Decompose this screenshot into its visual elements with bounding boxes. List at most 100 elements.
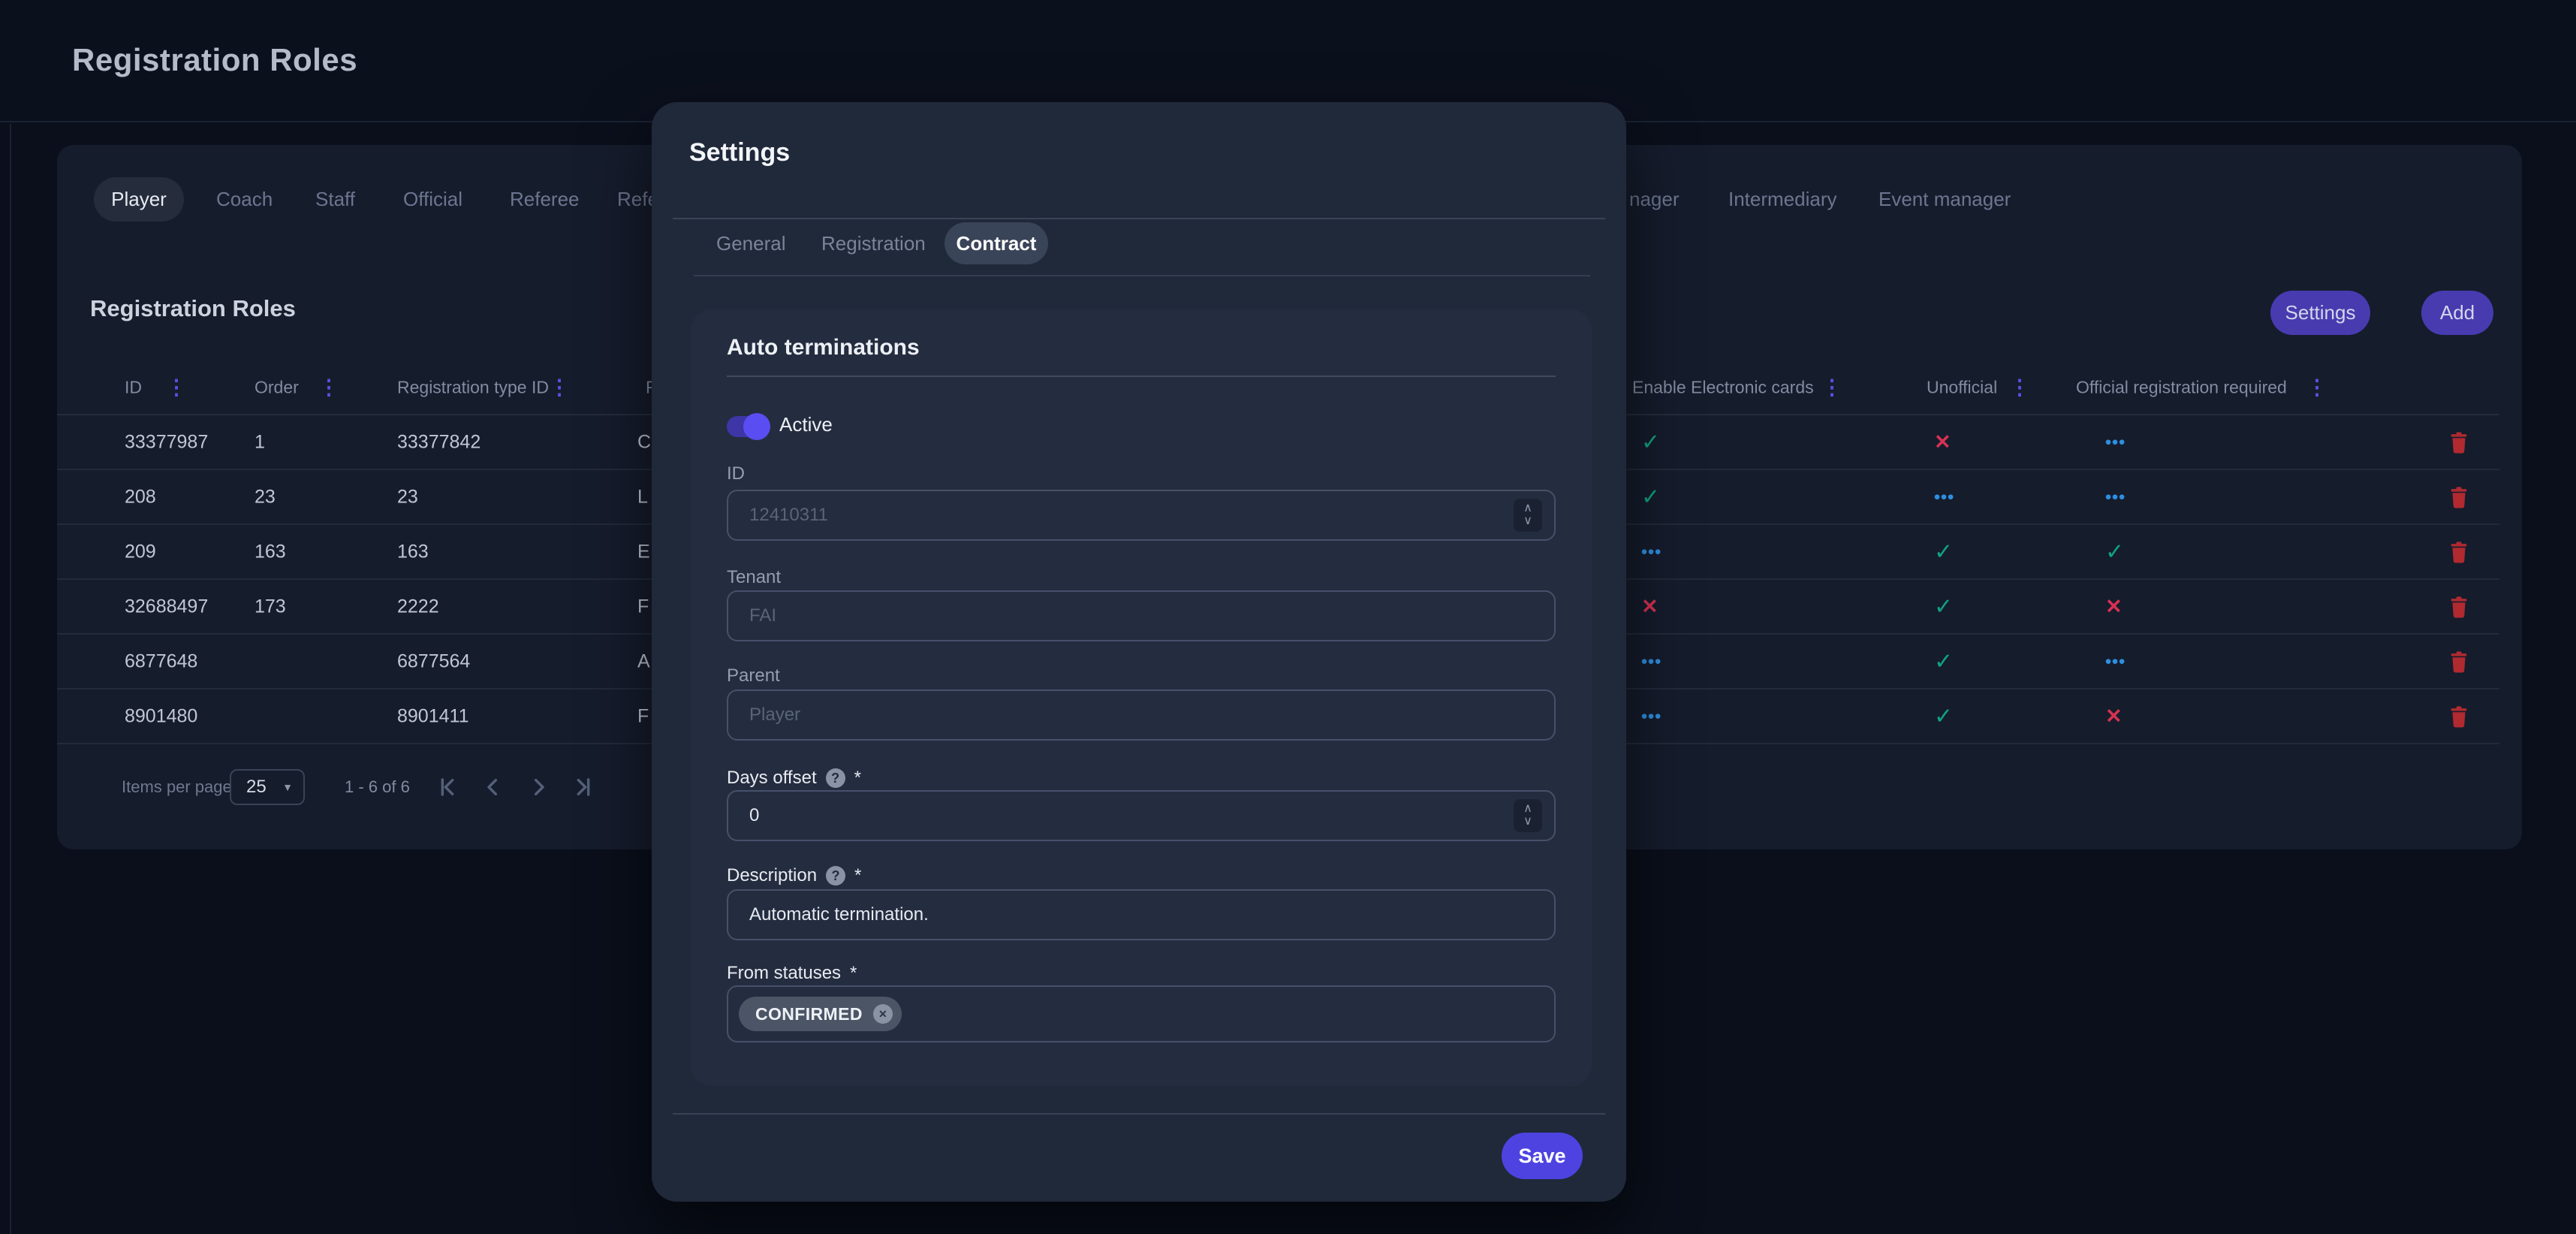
cell-reg-type-id: 6877564 [397,650,470,672]
column-menu-icon[interactable]: ⋮ [318,377,339,398]
help-icon[interactable]: ? [826,866,845,886]
page-title: Registration Roles [72,42,357,78]
save-button[interactable]: Save [1502,1133,1583,1179]
required-asterisk: * [850,963,857,984]
status-icon: ✓ [1934,648,1953,674]
cell-reg-type-id: 163 [397,541,429,563]
role-tab-player[interactable]: Player [94,177,184,222]
status-icon: ••• [1641,542,1662,562]
days-offset-field-label: Days offset ? * [727,768,861,789]
status-icon: ✕ [2105,704,2123,728]
column-menu-icon[interactable]: ⋮ [549,377,570,398]
role-tab-event-manager[interactable]: Event manager [1879,177,2011,222]
page-size-select[interactable]: 25 ▼ [230,769,305,805]
column-menu-icon[interactable]: ⋮ [2009,377,2030,398]
status-chip-label: CONFIRMED [755,1004,863,1024]
cell-reg-type-id: 33377842 [397,431,481,453]
cell-id: 208 [125,486,156,508]
remove-chip-icon[interactable]: ✕ [873,1004,893,1024]
cell-id: 8901480 [125,705,197,727]
id-field-label: ID [727,463,745,484]
status-icon: ✓ [1641,484,1660,510]
next-page-icon[interactable] [522,772,555,802]
days-offset-field[interactable] [727,790,1556,841]
role-tab-partial-right[interactable]: nager [1629,177,1680,222]
status-icon: ✓ [1934,703,1953,729]
required-asterisk: * [854,865,861,886]
delete-row-icon[interactable] [2449,486,2469,508]
status-icon: ✓ [1641,429,1660,455]
modal-tab-contract[interactable]: Contract [945,222,1048,264]
delete-row-icon[interactable] [2449,541,2469,563]
help-icon[interactable]: ? [826,768,845,788]
role-tab-intermediary[interactable]: Intermediary [1728,177,1837,222]
divider [694,275,1590,276]
status-icon: ✓ [1934,539,1953,565]
col-header-reg-type-id: Registration type ID [397,377,549,397]
status-icon: ••• [2105,487,2126,507]
cell-partial: L [637,486,648,508]
delete-row-icon[interactable] [2449,705,2469,728]
required-asterisk: * [854,768,861,789]
col-header-id: ID [125,377,142,397]
col-header-order: Order [255,377,299,397]
cell-partial: C [637,431,651,453]
parent-field[interactable] [727,689,1556,741]
column-menu-icon[interactable]: ⋮ [2306,377,2327,398]
parent-field-label: Parent [727,665,780,686]
cell-reg-type-id: 23 [397,486,418,508]
last-page-icon[interactable] [567,772,600,802]
cell-partial: F [637,705,649,727]
pagination-range: 1 - 6 of 6 [345,769,410,805]
description-field-label: Description ? * [727,865,861,886]
cell-partial: E [637,541,650,563]
first-page-icon[interactable] [431,772,464,802]
section-heading: Auto terminations [727,335,920,361]
cell-reg-type-id: 8901411 [397,705,469,727]
from-statuses-field[interactable]: CONFIRMED ✕ [727,985,1556,1042]
status-icon: ✕ [1641,595,1659,618]
id-field[interactable] [727,490,1556,541]
role-tab-coach[interactable]: Coach [216,177,273,222]
tenant-field[interactable] [727,590,1556,641]
column-menu-icon[interactable]: ⋮ [166,377,187,398]
number-stepper-icon[interactable]: ∧∨ [1514,799,1542,832]
status-icon: ••• [1641,706,1662,726]
tenant-field-label: Tenant [727,567,781,588]
status-icon: ✕ [2105,595,2123,618]
delete-row-icon[interactable] [2449,431,2469,454]
from-statuses-field-label: From statuses * [727,963,857,984]
cell-id: 209 [125,541,156,563]
modal-tab-general[interactable]: General [716,222,786,264]
divider [727,376,1556,377]
cell-id: 33377987 [125,431,208,453]
add-button[interactable]: Add [2421,291,2493,335]
role-tab-staff[interactable]: Staff [315,177,355,222]
items-per-page-label: Items per page [122,769,232,805]
description-field[interactable] [727,889,1556,940]
settings-button[interactable]: Settings [2270,291,2370,335]
role-tab-official[interactable]: Official [403,177,462,222]
role-tab-referee[interactable]: Referee [510,177,580,222]
status-icon: ••• [1641,651,1662,671]
modal-title: Settings [689,138,790,167]
cell-order: 173 [255,596,286,617]
cell-partial: F [637,596,649,617]
column-menu-icon[interactable]: ⋮ [1821,377,1842,398]
delete-row-icon[interactable] [2449,596,2469,618]
cell-order: 23 [255,486,276,508]
status-icon: ••• [1934,487,1954,507]
previous-page-icon[interactable] [477,772,510,802]
active-toggle[interactable] [727,416,766,437]
cell-order: 1 [255,431,265,453]
page-size-value: 25 [246,771,267,804]
status-icon: ✓ [1934,593,1953,620]
number-stepper-icon[interactable]: ∧∨ [1514,499,1542,532]
delete-row-icon[interactable] [2449,650,2469,673]
modal-tab-registration[interactable]: Registration [821,222,926,264]
chevron-down-icon: ▼ [282,771,293,804]
cell-id: 32688497 [125,596,208,617]
divider [673,218,1605,219]
cell-reg-type-id: 2222 [397,596,439,617]
status-icon: ✕ [1934,430,1951,454]
